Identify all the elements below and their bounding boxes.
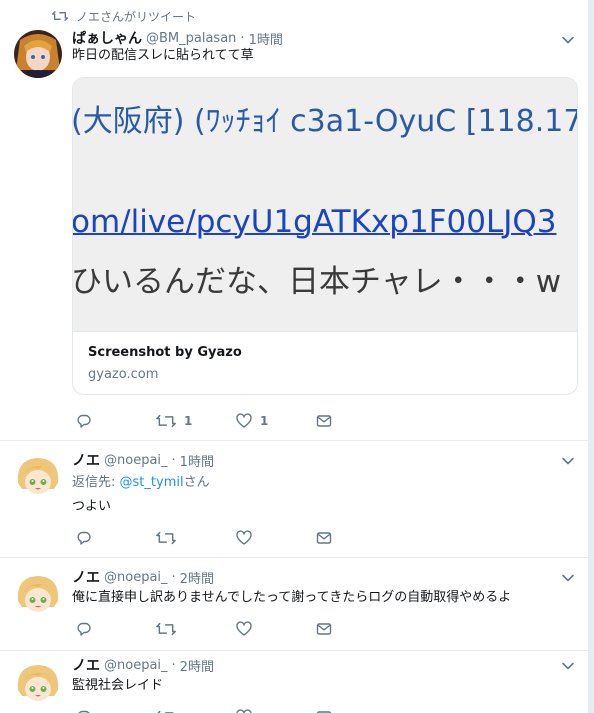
retweet-icon [157, 710, 174, 713]
heart-icon [236, 709, 252, 713]
tweet-actions: 1 1 [72, 411, 372, 431]
reply-to-mention[interactable]: @st_tymil [120, 475, 184, 490]
direct-message-button[interactable] [316, 411, 332, 431]
tweet[interactable]: ノエ @noepai_ · 2時間 俺に直接申し訳ありませんでしたって謝ってきた… [0, 558, 588, 651]
timestamp[interactable]: 2時間 [180, 568, 214, 587]
chevron-down-icon[interactable] [560, 570, 576, 586]
tweet-text: 昨日の配信スレに貼られてて草 [72, 48, 254, 63]
tweet[interactable]: ノエさんがリツイート ぱぁしゃん @BM_palasan · 1時間 昨日の配信… [0, 0, 588, 441]
timeline: ノエさんがリツイート ぱぁしゃん @BM_palasan · 1時間 昨日の配信… [0, 0, 588, 713]
user-handle[interactable]: @noepai_ [104, 570, 168, 585]
reply-button[interactable] [76, 411, 92, 431]
reply-button[interactable] [76, 528, 92, 548]
reply-button[interactable] [76, 707, 92, 713]
envelope-icon [316, 532, 332, 544]
separator-dot: · [171, 452, 176, 468]
retweet-count: 1 [184, 414, 193, 428]
avatar[interactable] [14, 571, 62, 619]
separator-dot: · [240, 30, 245, 46]
display-name[interactable]: ノエ [72, 567, 100, 587]
timestamp[interactable]: 1時間 [249, 29, 283, 48]
like-button[interactable]: 1 [236, 411, 268, 431]
tweet-text: つよい [72, 499, 112, 514]
heart-icon [236, 530, 252, 545]
page-background [589, 0, 594, 713]
reply-icon [78, 710, 90, 713]
tweet-header: ノエ @noepai_ · 1時間 [72, 450, 214, 470]
envelope-icon [316, 623, 332, 635]
user-handle[interactable]: @noepai_ [104, 658, 168, 673]
retweet-button[interactable] [156, 528, 176, 548]
card-image-text-line: (大阪府) (ﾜｯﾁｮｲ c3a1-OyuC [118.17 [73, 104, 577, 139]
timestamp[interactable]: 1時間 [180, 451, 214, 470]
like-count: 1 [260, 414, 269, 428]
display-name[interactable]: ぱぁしゃん [72, 28, 142, 48]
avatar[interactable] [14, 453, 62, 501]
retweet-button[interactable] [156, 619, 176, 639]
tweet-actions [72, 619, 372, 639]
retweet-button[interactable]: 1 [156, 411, 192, 431]
card-image[interactable]: (大阪府) (ﾜｯﾁｮｲ c3a1-OyuC [118.17 om/live/p… [73, 78, 577, 331]
reply-context: 返信先: @st_tymilさん [72, 473, 210, 492]
user-handle[interactable]: @BM_palasan [146, 31, 236, 46]
envelope-icon [316, 415, 332, 427]
heart-icon [236, 413, 252, 428]
heart-icon [236, 621, 252, 636]
separator-dot: · [171, 657, 176, 673]
retweet-icon [52, 10, 68, 22]
avatar[interactable] [14, 660, 62, 708]
direct-message-button[interactable] [316, 707, 332, 713]
retweet-icon [156, 414, 176, 428]
link-card[interactable]: (大阪府) (ﾜｯﾁｮｲ c3a1-OyuC [118.17 om/live/p… [72, 77, 578, 395]
reply-button[interactable] [76, 619, 92, 639]
display-name[interactable]: ノエ [72, 655, 100, 675]
like-button[interactable] [236, 528, 252, 548]
tweet[interactable]: ノエ @noepai_ · 2時間 監視社会レイド [0, 651, 588, 713]
tweet-header: ノエ @noepai_ · 2時間 [72, 567, 214, 587]
card-caption[interactable]: Screenshot by Gyazo gyazo.com [73, 331, 577, 394]
tweet-text: 俺に直接申し訳ありませんでしたって謝ってきたらログの自動取得やめるよ [72, 590, 512, 605]
reply-icon [77, 531, 91, 545]
tweet-actions [72, 528, 372, 548]
card-domain: gyazo.com [88, 367, 159, 382]
tweet-header: ぱぁしゃん @BM_palasan · 1時間 [72, 28, 283, 48]
chevron-down-icon[interactable] [560, 32, 576, 48]
card-image-text-line: om/live/pcyU1gATKxp1F00LJQ3 [73, 204, 557, 240]
retweet-icon [156, 531, 176, 545]
chevron-down-icon[interactable] [560, 453, 576, 469]
chevron-down-icon[interactable] [560, 658, 576, 674]
user-handle[interactable]: @noepai_ [104, 453, 168, 468]
like-button[interactable] [236, 707, 252, 713]
like-button[interactable] [236, 619, 252, 639]
reply-to-suffix: さん [183, 475, 210, 490]
envelope-icon [316, 711, 332, 713]
direct-message-button[interactable] [316, 528, 332, 548]
tweet-actions [72, 707, 372, 713]
reply-icon [77, 622, 91, 636]
tweet-header: ノエ @noepai_ · 2時間 [72, 655, 214, 675]
retweet-context[interactable]: ノエさんがリツイート [52, 8, 196, 24]
timestamp[interactable]: 2時間 [180, 656, 214, 675]
direct-message-button[interactable] [316, 619, 332, 639]
tweet[interactable]: ノエ @noepai_ · 1時間 返信先: @st_tymilさん つよい [0, 441, 588, 558]
card-title: Screenshot by Gyazo [88, 345, 242, 360]
avatar[interactable] [14, 30, 62, 78]
separator-dot: · [171, 569, 176, 585]
retweet-icon [156, 622, 176, 636]
reply-to-label: 返信先: [72, 475, 116, 490]
tweet-text: 監視社会レイド [72, 678, 164, 693]
card-image-text-line: ひいるんだな、日本チャレ・・・w [73, 264, 562, 300]
reply-icon [77, 414, 91, 428]
retweet-button[interactable] [156, 707, 176, 713]
retweet-context-label: ノエさんがリツイート [76, 9, 197, 24]
display-name[interactable]: ノエ [72, 450, 100, 470]
